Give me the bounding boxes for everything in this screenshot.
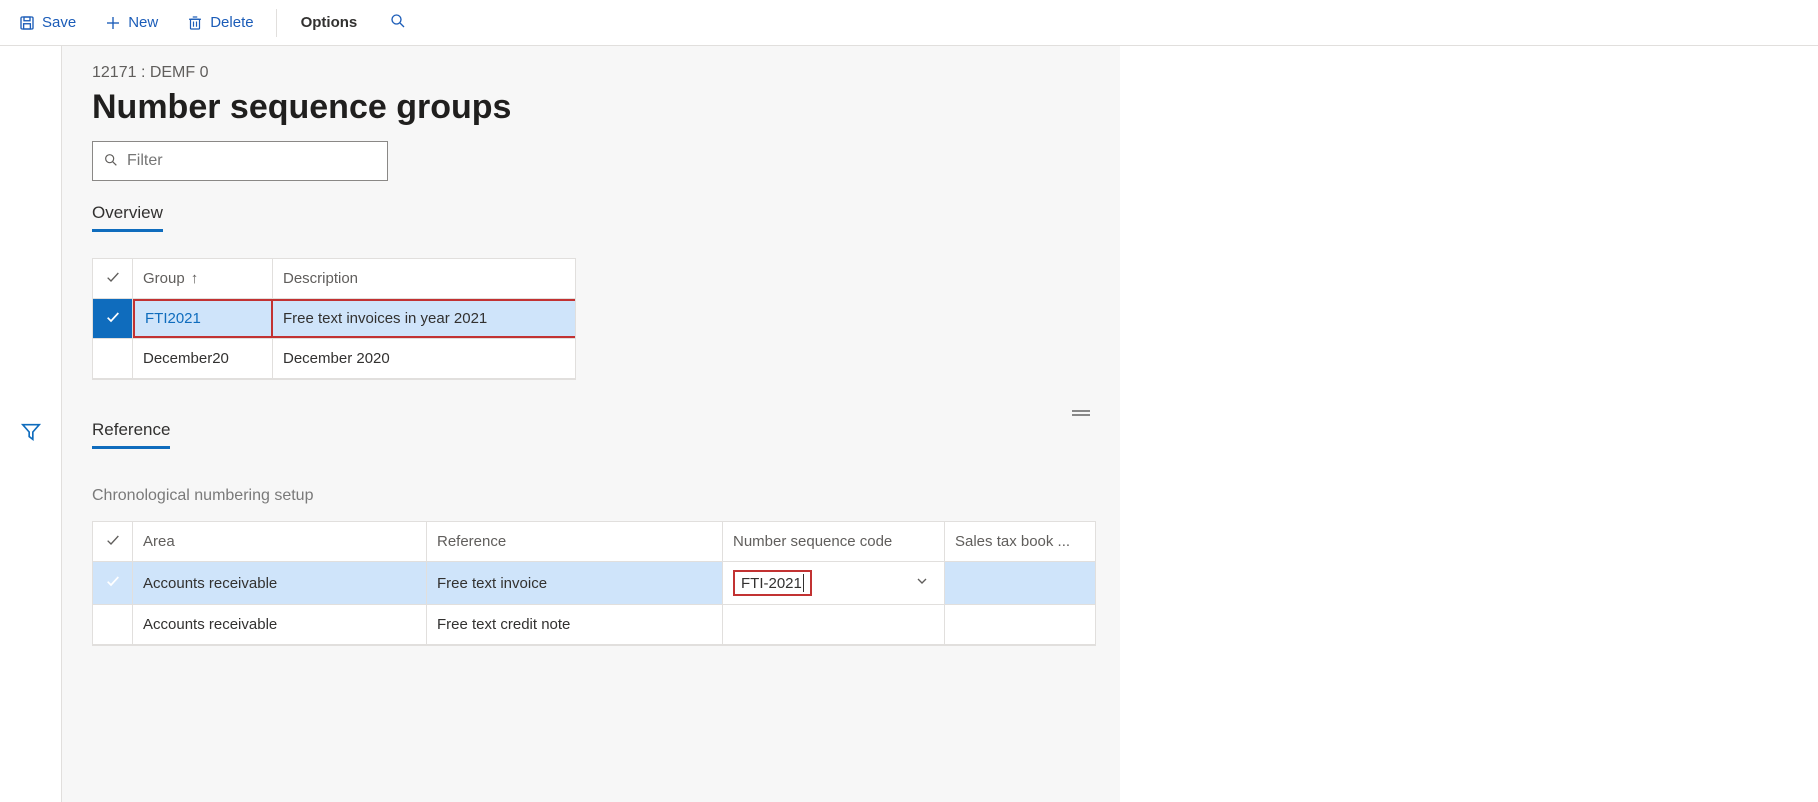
cell-reference[interactable]: Free text credit note [427, 605, 723, 644]
overview-grid-header: Group ↑ Description [93, 259, 575, 299]
checkmark-icon [105, 269, 121, 289]
cell-area[interactable]: Accounts receivable [133, 605, 427, 644]
save-icon [18, 14, 36, 32]
cell-number-sequence-code[interactable]: FTI-2021 [723, 562, 945, 604]
cell-reference[interactable]: Free text invoice [427, 562, 723, 604]
funnel-icon [20, 431, 42, 446]
reference-grid-header: Area Reference Number sequence code Sale… [93, 522, 1095, 562]
table-row[interactable]: Accounts receivable Free text invoice FT… [93, 562, 1095, 605]
save-label: Save [42, 14, 76, 31]
column-header-label: Description [283, 270, 358, 287]
sort-ascending-icon: ↑ [191, 270, 199, 287]
column-header-label: Reference [437, 533, 506, 550]
cell-description[interactable]: Free text invoices in year 2021 [273, 299, 575, 338]
description-text: Free text invoices in year 2021 [283, 310, 487, 327]
column-header-code[interactable]: Number sequence code [723, 522, 945, 561]
delete-label: Delete [210, 14, 253, 31]
column-header-group[interactable]: Group ↑ [133, 259, 273, 298]
toolbar-search-button[interactable] [377, 6, 419, 39]
search-icon [103, 152, 119, 171]
code-input[interactable]: FTI-2021 [733, 570, 812, 596]
checkmark-icon [105, 532, 121, 552]
chevron-down-icon[interactable] [914, 573, 930, 593]
row-selector[interactable] [93, 299, 133, 338]
table-row[interactable]: FTI2021 Free text invoices in year 2021 [93, 299, 575, 339]
cell-tax[interactable] [945, 605, 1095, 644]
filter-pane-button[interactable] [16, 64, 46, 802]
cell-area[interactable]: Accounts receivable [133, 562, 427, 604]
table-row[interactable]: Accounts receivable Free text credit not… [93, 605, 1095, 645]
column-header-label: Group [143, 270, 185, 287]
new-label: New [128, 14, 158, 31]
column-header-reference[interactable]: Reference [427, 522, 723, 561]
row-selector[interactable] [93, 605, 133, 644]
cell-number-sequence-code[interactable] [723, 605, 945, 644]
tab-overview[interactable]: Overview [92, 203, 163, 232]
options-label: Options [301, 14, 358, 31]
select-all-header[interactable] [93, 259, 133, 298]
toolbar: Save New Delete Options [0, 0, 1818, 46]
overview-grid: Group ↑ Description FTI2021 Free text [92, 258, 576, 380]
splitter-handle-icon[interactable] [1072, 410, 1090, 416]
plus-icon [104, 14, 122, 32]
new-button[interactable]: New [94, 8, 168, 38]
text-caret-icon [803, 574, 804, 592]
description-text: December 2020 [283, 350, 390, 367]
filter-input[interactable] [127, 152, 377, 170]
left-rail [0, 46, 62, 802]
column-header-area[interactable]: Area [133, 522, 427, 561]
search-icon [389, 18, 407, 33]
checkmark-icon [105, 573, 121, 593]
trash-icon [186, 14, 204, 32]
column-header-label: Area [143, 533, 175, 550]
area-text: Accounts receivable [143, 616, 277, 633]
group-text: December20 [143, 350, 229, 367]
tab-reference[interactable]: Reference [92, 420, 170, 449]
group-link[interactable]: FTI2021 [145, 310, 201, 327]
row-selector[interactable] [93, 339, 133, 378]
column-header-tax[interactable]: Sales tax book ... [945, 522, 1095, 561]
toolbar-divider [276, 9, 277, 37]
options-button[interactable]: Options [289, 8, 370, 37]
cell-tax[interactable] [945, 562, 1095, 604]
reference-grid: Area Reference Number sequence code Sale… [92, 521, 1096, 646]
reference-text: Free text credit note [437, 616, 570, 633]
column-header-label: Sales tax book ... [955, 533, 1070, 550]
reference-subheading: Chronological numbering setup [92, 487, 1120, 505]
page-title: Number sequence groups [92, 88, 1120, 127]
column-header-label: Number sequence code [733, 533, 892, 550]
cell-group[interactable]: FTI2021 [133, 299, 273, 338]
main-content: 12171 : DEMF 0 Number sequence groups Ov… [62, 46, 1120, 802]
area-text: Accounts receivable [143, 575, 277, 592]
cell-group[interactable]: December20 [133, 339, 273, 378]
filter-box[interactable] [92, 141, 388, 181]
table-row[interactable]: December20 December 2020 [93, 339, 575, 379]
cell-description[interactable]: December 2020 [273, 339, 575, 378]
delete-button[interactable]: Delete [176, 8, 263, 38]
column-header-description[interactable]: Description [273, 259, 575, 298]
select-all-header[interactable] [93, 522, 133, 561]
save-button[interactable]: Save [8, 8, 86, 38]
checkmark-icon [105, 309, 121, 329]
code-value: FTI-2021 [741, 575, 802, 592]
reference-text: Free text invoice [437, 575, 547, 592]
row-selector[interactable] [93, 562, 133, 604]
breadcrumb: 12171 : DEMF 0 [92, 64, 1120, 82]
